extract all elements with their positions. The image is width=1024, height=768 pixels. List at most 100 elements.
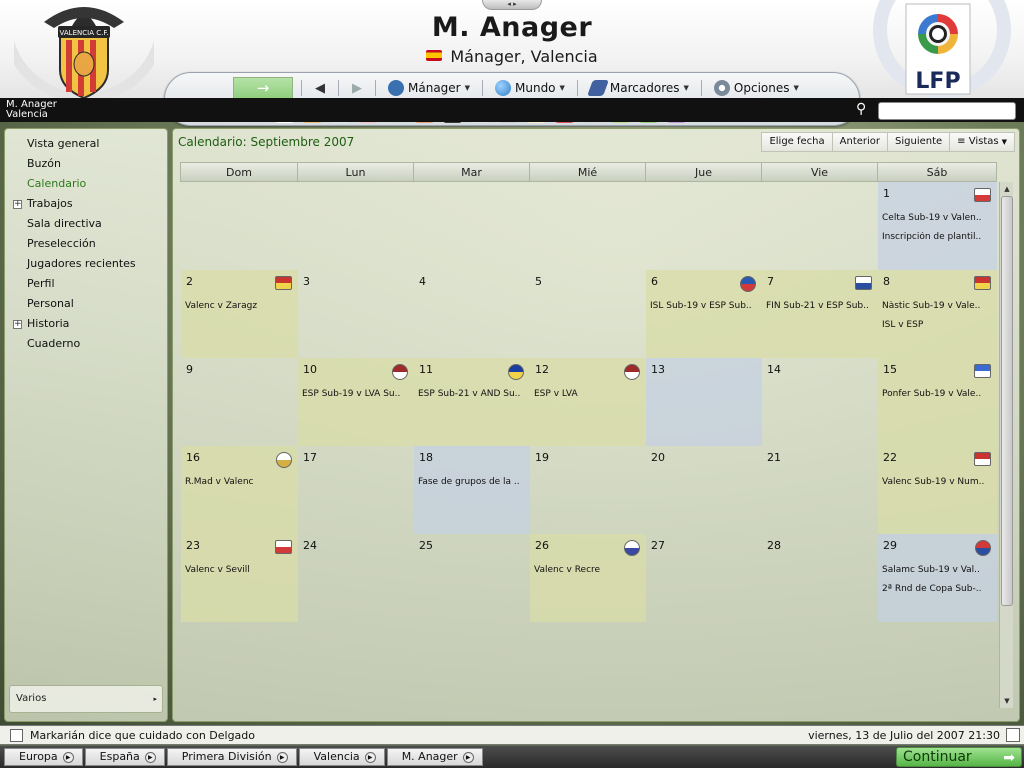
calendar-event[interactable]: Valenc Sub-19 v Num.. [882,477,990,487]
scroll-thumb[interactable] [1001,196,1013,606]
context-club: Valencia [6,109,48,120]
go-arrow-icon[interactable]: ▶ [144,751,156,763]
calendar-day-cell[interactable]: 26 Valenc v Recre [530,534,646,622]
calendar-event[interactable]: Fase de grupos de la .. [418,477,526,487]
calendar-day-cell[interactable]: 19 [530,446,646,534]
forward-button[interactable]: → [233,77,293,99]
calendar-day-cell[interactable]: 14 [762,358,878,446]
sidebar-item-jugadores-recientes[interactable]: Jugadores recientes [5,254,167,274]
calendar-day-cell[interactable]: 21 [762,446,878,534]
menu-mundo[interactable]: Mundo ▼ [491,80,569,96]
next-button[interactable]: ▶ [347,81,367,96]
globe-icon [495,80,511,96]
sidebar-item-buzón[interactable]: Buzón [5,154,167,174]
recreativo-crest-icon [624,540,640,556]
calendar-event[interactable]: Salamc Sub-19 v Val.. [882,565,990,575]
sidebar-item-historia[interactable]: + Historia [5,314,167,334]
calendar-day-cell[interactable]: 16 R.Mad v Valenc [181,446,298,534]
scroll-down-icon[interactable]: ▼ [1001,695,1013,707]
calendar-event[interactable]: ISL v ESP [882,320,990,330]
message-icon[interactable] [10,729,23,742]
calendar-day-cell[interactable]: 5 [530,270,646,358]
search-input[interactable] [878,102,1016,120]
search-icon[interactable]: ⚲ [856,101,874,119]
sidebar-item-personal[interactable]: Personal [5,294,167,314]
day-header: Vie [761,162,878,182]
breadcrumb-item[interactable]: Valencia ▶ [298,748,385,766]
calendar-day-cell[interactable]: 10 ESP Sub-19 v LVA Su.. [298,358,414,446]
sidebar-item-vista-general[interactable]: Vista general [5,134,167,154]
calendar-event[interactable]: Nàstic Sub-19 v Vale.. [882,301,990,311]
calendar-day-cell[interactable]: 13 [646,358,762,446]
calendar-day-cell[interactable]: 7 FIN Sub-21 v ESP Sub.. [762,270,878,358]
menu-marcadores[interactable]: Marcadores ▼ [586,80,693,96]
calendar-day-cell[interactable]: 3 [298,270,414,358]
calendar-event[interactable]: 2ª Rnd de Copa Sub-.. [882,584,990,594]
sidebar-item-sala-directiva[interactable]: Sala directiva [5,214,167,234]
calendar-day-cell[interactable]: 22 Valenc Sub-19 v Num.. [878,446,997,534]
go-arrow-icon[interactable]: ▶ [364,751,376,763]
expand-icon[interactable]: + [13,320,22,329]
next-month-button[interactable]: Siguiente [887,132,951,152]
calendar-day-cell[interactable]: 4 [414,270,530,358]
calendar-day-cell[interactable]: 15 Ponfer Sub-19 v Vale.. [878,358,997,446]
calendar-event[interactable]: FIN Sub-21 v ESP Sub.. [766,301,874,311]
calendar-day-cell[interactable]: 17 [298,446,414,534]
calendar-day-cell[interactable]: 6 ISL Sub-19 v ESP Sub.. [646,270,762,358]
go-arrow-icon[interactable]: ▶ [462,751,474,763]
sidebar-item-cuaderno[interactable]: Cuaderno [5,334,167,354]
calendar-event[interactable]: ESP v LVA [534,389,642,399]
calendar-day-cell[interactable]: 8 Nàstic Sub-19 v Vale.. ISL v ESP [878,270,997,358]
continue-button[interactable]: Continuar ➡ [896,747,1022,767]
expand-icon[interactable]: + [13,200,22,209]
calendar-event[interactable]: Ponfer Sub-19 v Vale.. [882,389,990,399]
go-arrow-icon[interactable]: ▶ [276,751,288,763]
calendar-event[interactable]: Valenc v Sevill [185,565,293,575]
header-collapse-handle[interactable]: ◂ ▸ [482,0,542,10]
calendar-day-cell[interactable]: 24 [298,534,414,622]
previous-month-button[interactable]: Anterior [831,132,889,152]
calendar-event[interactable]: ESP Sub-19 v LVA Su.. [302,389,410,399]
calendar-day-cell[interactable]: 27 [646,534,762,622]
calendar-day-cell[interactable]: 1 Celta Sub-19 v Valen.. Inscripción de pl… [878,182,997,270]
day-header: Mar [413,162,530,182]
sidebar-item-calendario[interactable]: Calendario [5,174,167,194]
status-message[interactable]: Markarián dice que cuidado con Delgado [30,729,255,742]
calendar-day-cell[interactable]: 25 [414,534,530,622]
pick-date-button[interactable]: Elige fecha [761,132,833,152]
day-number: 13 [651,363,665,376]
sidebar-item-preselección[interactable]: Preselección [5,234,167,254]
scroll-up-icon[interactable]: ▲ [1001,183,1013,195]
breadcrumb-item[interactable]: Europa ▶ [4,748,83,766]
views-button[interactable]: ≡ Vistas ▼ [949,132,1015,152]
breadcrumb-item[interactable]: Primera División ▶ [166,748,297,766]
chevron-down-icon: ▼ [683,84,689,92]
menu-opciones[interactable]: Opciones ▼ [710,80,803,96]
calendar-event[interactable]: Inscripción de plantil.. [882,232,990,242]
calendar-event[interactable]: Valenc v Recre [534,565,642,575]
varios-dropdown[interactable]: Varios ▸ [9,685,163,713]
menu-manager[interactable]: Mánager ▼ [384,80,474,96]
calendar-day-cell[interactable]: 29 Salamc Sub-19 v Val.. 2ª Rnd de Copa Su… [878,534,997,622]
calendar-event[interactable]: Valenc v Zaragz [185,301,293,311]
calendar-day-cell[interactable]: 12 ESP v LVA [530,358,646,446]
sidebar-item-perfil[interactable]: Perfil [5,274,167,294]
scrollbar[interactable]: ▲ ▼ [999,182,1013,708]
calendar-day-cell[interactable]: 9 [181,358,298,446]
calendar-small-icon[interactable] [1006,728,1020,742]
back-button[interactable]: ◀ [310,81,330,96]
calendar-event[interactable]: ISL Sub-19 v ESP Sub.. [650,301,758,311]
go-arrow-icon[interactable]: ▶ [62,751,74,763]
calendar-day-cell[interactable]: 23 Valenc v Sevill [181,534,298,622]
breadcrumb-item[interactable]: M. Anager ▶ [386,748,483,766]
sidebar-item-trabajos[interactable]: + Trabajos [5,194,167,214]
calendar-day-cell[interactable]: 20 [646,446,762,534]
calendar-day-cell[interactable]: 18 Fase de grupos de la .. [414,446,530,534]
calendar-day-cell[interactable]: 28 [762,534,878,622]
calendar-day-cell[interactable]: 2 Valenc v Zaragz [181,270,298,358]
calendar-day-cell[interactable]: 11 ESP Sub-21 v AND Su.. [414,358,530,446]
calendar-event[interactable]: R.Mad v Valenc [185,477,293,487]
calendar-event[interactable]: Celta Sub-19 v Valen.. [882,213,990,223]
calendar-event[interactable]: ESP Sub-21 v AND Su.. [418,389,526,399]
breadcrumb-item[interactable]: España ▶ [84,748,165,766]
